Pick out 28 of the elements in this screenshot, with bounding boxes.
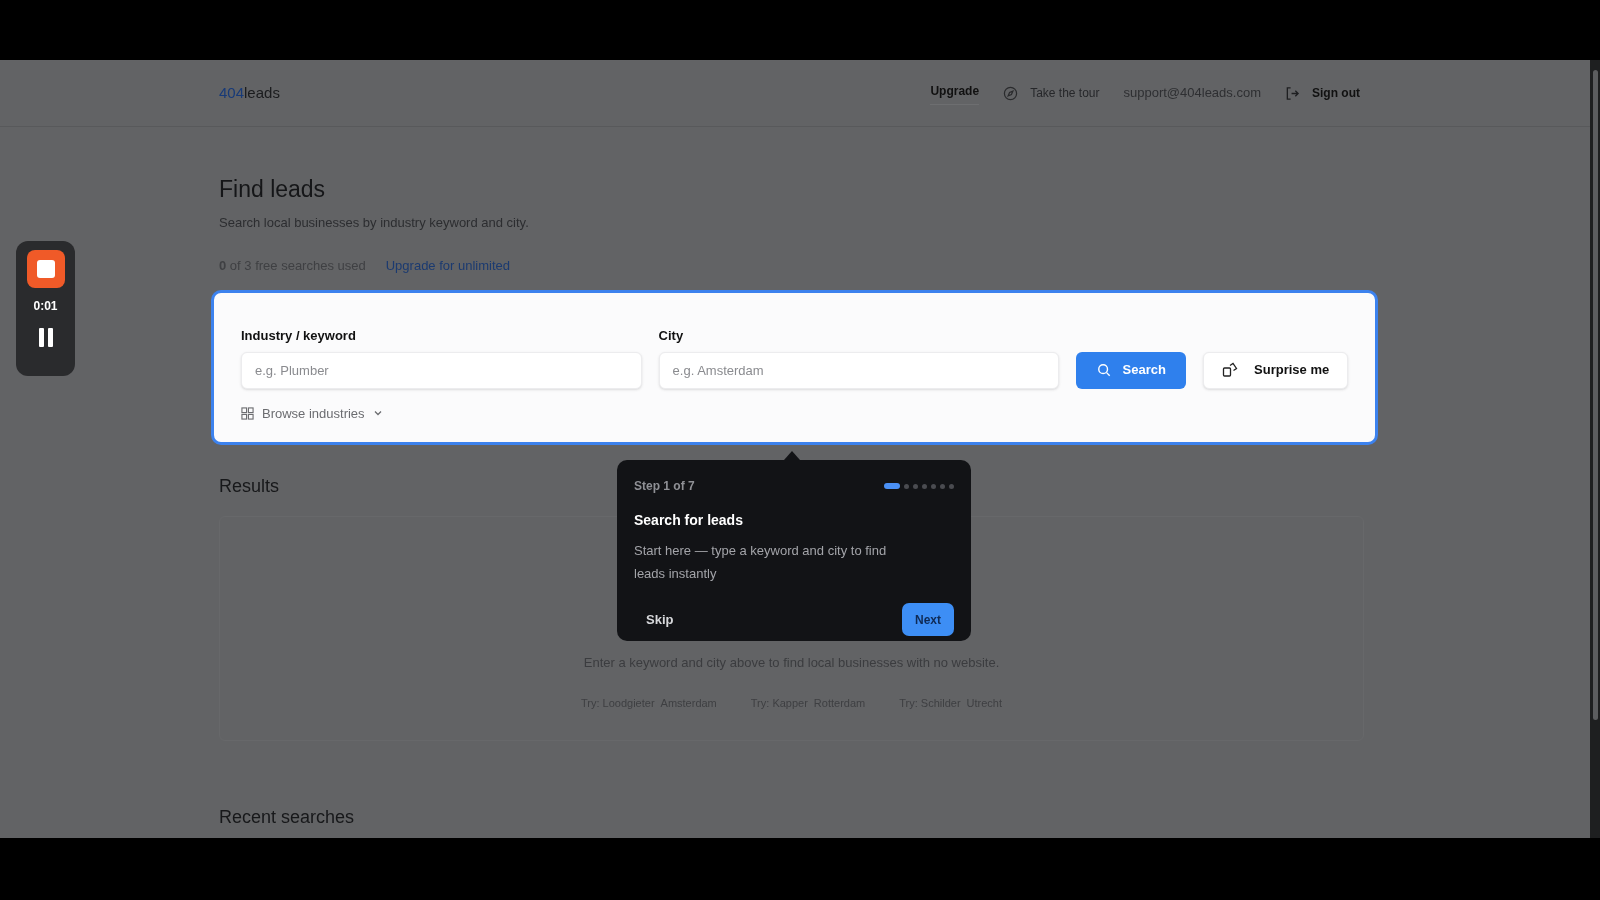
search-button[interactable]: Search: [1076, 351, 1187, 389]
next-button[interactable]: Next: [902, 603, 954, 636]
keyword-input[interactable]: e.g. Plumber: [241, 351, 642, 389]
sign-out-link[interactable]: Sign out: [1312, 84, 1360, 102]
search-icon: [1096, 363, 1111, 377]
recent-searches-heading: Recent searches: [219, 806, 355, 829]
pause-icon[interactable]: [37, 328, 54, 347]
skip-button[interactable]: Skip: [646, 609, 674, 630]
stop-record-button[interactable]: [26, 250, 65, 288]
field-label: Industry / keyword: [241, 327, 357, 345]
sign-out-icon: [1285, 85, 1300, 101]
field-label: City: [658, 327, 685, 345]
logo[interactable]: 404leads: [219, 81, 280, 105]
compass-icon: [1003, 85, 1019, 101]
recording-time: 0:01: [33, 298, 58, 315]
stop-icon: [36, 260, 55, 278]
results-heading: Results: [219, 475, 280, 498]
take-tour-link[interactable]: Take the tour: [1030, 84, 1100, 102]
grid-icon: [241, 406, 254, 420]
page-title: Find leads: [219, 175, 327, 204]
browse-industries-button[interactable]: Browse industries: [241, 403, 383, 423]
step-counter: Step 1 of 7: [634, 478, 695, 495]
popover-body: Start here — type a keyword and city to find leads instantly: [634, 542, 888, 583]
upgrade-link[interactable]: Upgrade for unlimited: [385, 256, 510, 276]
surprise-button[interactable]: Surprise me: [1203, 351, 1348, 389]
upgrade-link[interactable]: Upgrade: [930, 81, 980, 105]
city-input[interactable]: e.g. Amsterdam: [658, 351, 1060, 389]
popover-title: Search for leads: [634, 511, 744, 530]
